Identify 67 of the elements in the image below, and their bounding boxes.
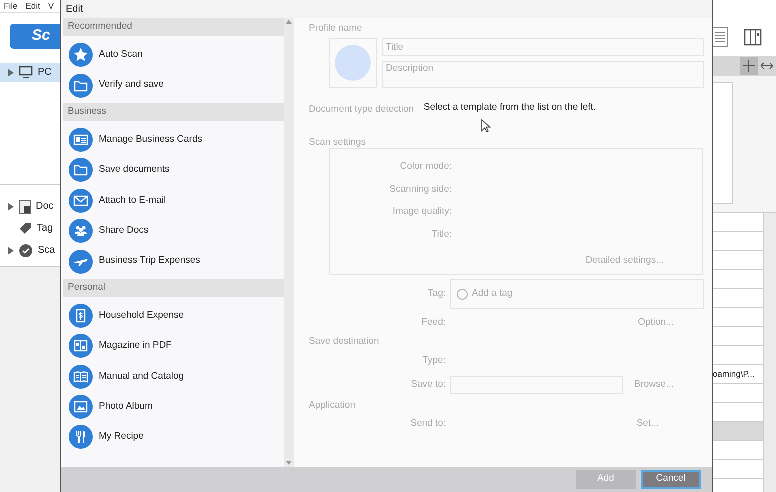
- receipt-icon: [69, 304, 93, 328]
- template-item[interactable]: Manual and Catalog: [63, 362, 284, 392]
- magazine-icon: [69, 334, 93, 358]
- scan-button[interactable]: Sc: [10, 24, 60, 49]
- fork-knife-icon: [69, 425, 93, 450]
- expand-arrow-icon[interactable]: [8, 246, 14, 254]
- section-label: Document type detection: [309, 104, 414, 115]
- field-label: Type:: [422, 354, 446, 368]
- table-cell: oaming\P...: [713, 368, 755, 380]
- template-item[interactable]: Attach to E-mail: [63, 186, 284, 216]
- section-header: Recommended: [68, 20, 132, 34]
- field-label: Save to:: [410, 378, 446, 392]
- envelope-icon: [69, 188, 93, 213]
- field-label: Image quality:: [392, 205, 452, 219]
- scroll-up-icon[interactable]: [286, 20, 292, 24]
- people-icon: [69, 219, 93, 244]
- expand-arrow-icon[interactable]: [8, 202, 14, 210]
- template-item[interactable]: Manage Business Cards: [63, 124, 284, 156]
- template-item[interactable]: Magazine in PDF: [63, 331, 284, 362]
- computer-icon: [19, 66, 33, 79]
- check-circle-icon: [19, 244, 33, 258]
- section-header: Business: [68, 104, 107, 119]
- template-item[interactable]: Verify and save: [63, 70, 284, 101]
- scrollbar[interactable]: [763, 213, 776, 492]
- photo-icon: [69, 395, 93, 420]
- field-label: Scanning side:: [388, 182, 452, 196]
- folder-icon: [69, 158, 93, 182]
- field-label: Tag:: [427, 286, 446, 301]
- field-label: Title:: [430, 228, 452, 242]
- hint-text: Select a template from the list on the left.: [422, 101, 596, 115]
- dialog-title: Edit: [66, 2, 84, 16]
- tag-icon: [19, 222, 32, 235]
- expand-arrow-icon[interactable]: [8, 68, 14, 76]
- template-item[interactable]: Photo Album: [63, 392, 284, 422]
- section-label: Scan settings: [309, 136, 368, 148]
- field-label: Feed:: [420, 316, 446, 330]
- section-label: Profile name: [309, 22, 364, 36]
- template-item[interactable]: Auto Scan: [63, 40, 284, 70]
- field-label: Send to:: [410, 416, 446, 431]
- folder-icon: [69, 74, 93, 98]
- dialog-button[interactable]: Cancel: [641, 470, 701, 489]
- tree-item[interactable]: Sca: [0, 241, 60, 260]
- menu-item[interactable]: V: [48, 0, 54, 12]
- template-item[interactable]: Business Trip Expenses: [63, 246, 284, 277]
- section-label: Application: [309, 399, 356, 411]
- section-header: Personal: [68, 280, 106, 295]
- menu-item[interactable]: File: [4, 0, 18, 12]
- avatar-icon: [335, 45, 371, 81]
- menu-item[interactable]: Edit: [26, 0, 40, 12]
- documents-icon: [19, 200, 31, 214]
- tree-item[interactable]: PC: [0, 63, 60, 82]
- panel-layout-icon[interactable]: [744, 28, 762, 46]
- move-icon[interactable]: [740, 57, 758, 75]
- template-item[interactable]: Save documents: [63, 155, 284, 186]
- field-label: Color mode:: [399, 160, 452, 174]
- section-label: Save destination: [309, 337, 380, 347]
- template-item[interactable]: Household Expense: [63, 300, 284, 332]
- open-book-icon: [69, 364, 93, 389]
- tree-item[interactable]: Tag: [0, 219, 60, 238]
- template-item[interactable]: Share Docs: [63, 216, 284, 246]
- scroll-down-icon[interactable]: [286, 461, 292, 465]
- id-card-icon: [69, 128, 93, 152]
- scrollbar[interactable]: [284, 18, 294, 467]
- tree-item[interactable]: Doc: [0, 197, 60, 216]
- airplane-icon: [69, 250, 93, 274]
- mouse-pointer-icon: [481, 119, 491, 133]
- template-item[interactable]: My Recipe: [63, 422, 284, 453]
